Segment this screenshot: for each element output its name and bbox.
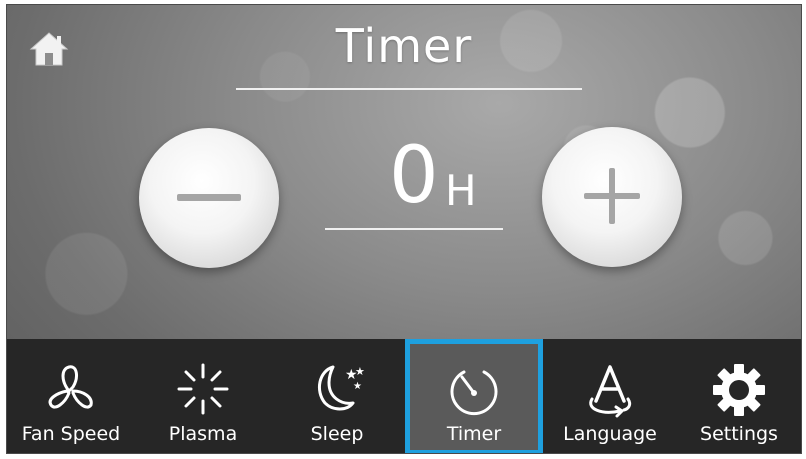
nav-item-sleep[interactable]: ★ ★ ★ Sleep (271, 339, 403, 453)
moon-stars-icon: ★ ★ ★ (317, 365, 365, 411)
increase-button[interactable] (542, 127, 682, 267)
decrease-button[interactable] (139, 128, 279, 268)
svg-text:★: ★ (353, 381, 362, 392)
plus-icon (584, 168, 640, 224)
value-underline (325, 228, 503, 230)
fan-icon (48, 365, 93, 409)
page-title: Timer (335, 19, 473, 73)
nav-label-settings: Settings (700, 423, 778, 445)
bottom-nav-bar: Fan Speed Plasma ★ ★ ★ Sleep Timer Langu… (7, 339, 801, 453)
nav-label-language: Language (563, 423, 657, 445)
nav-label-sleep: Sleep (310, 423, 364, 445)
nav-label-timer: Timer (446, 423, 502, 445)
timer-hours-value: 0 (389, 131, 439, 221)
nav-item-timer[interactable]: Timer (405, 339, 543, 453)
timer-hours-unit: H (445, 166, 477, 215)
language-icon (589, 365, 632, 418)
nav-label-fan-speed: Fan Speed (21, 423, 121, 445)
timer-icon (450, 370, 498, 416)
svg-text:★: ★ (355, 365, 365, 378)
title-underline (236, 88, 582, 90)
nav-item-settings[interactable]: Settings (675, 339, 801, 453)
minus-icon (177, 194, 241, 201)
nav-item-fan-speed[interactable]: Fan Speed (7, 339, 135, 453)
gear-icon (713, 364, 765, 416)
timer-value-display: 0 H (347, 131, 497, 232)
plasma-icon (177, 363, 229, 415)
nav-item-language[interactable]: Language (545, 339, 675, 453)
nav-label-plasma: Plasma (168, 423, 238, 445)
nav-item-plasma[interactable]: Plasma (135, 339, 271, 453)
timer-screen: Timer 0 H Fan Speed Plasma ★ ★ ★ Sleep T… (6, 4, 802, 454)
